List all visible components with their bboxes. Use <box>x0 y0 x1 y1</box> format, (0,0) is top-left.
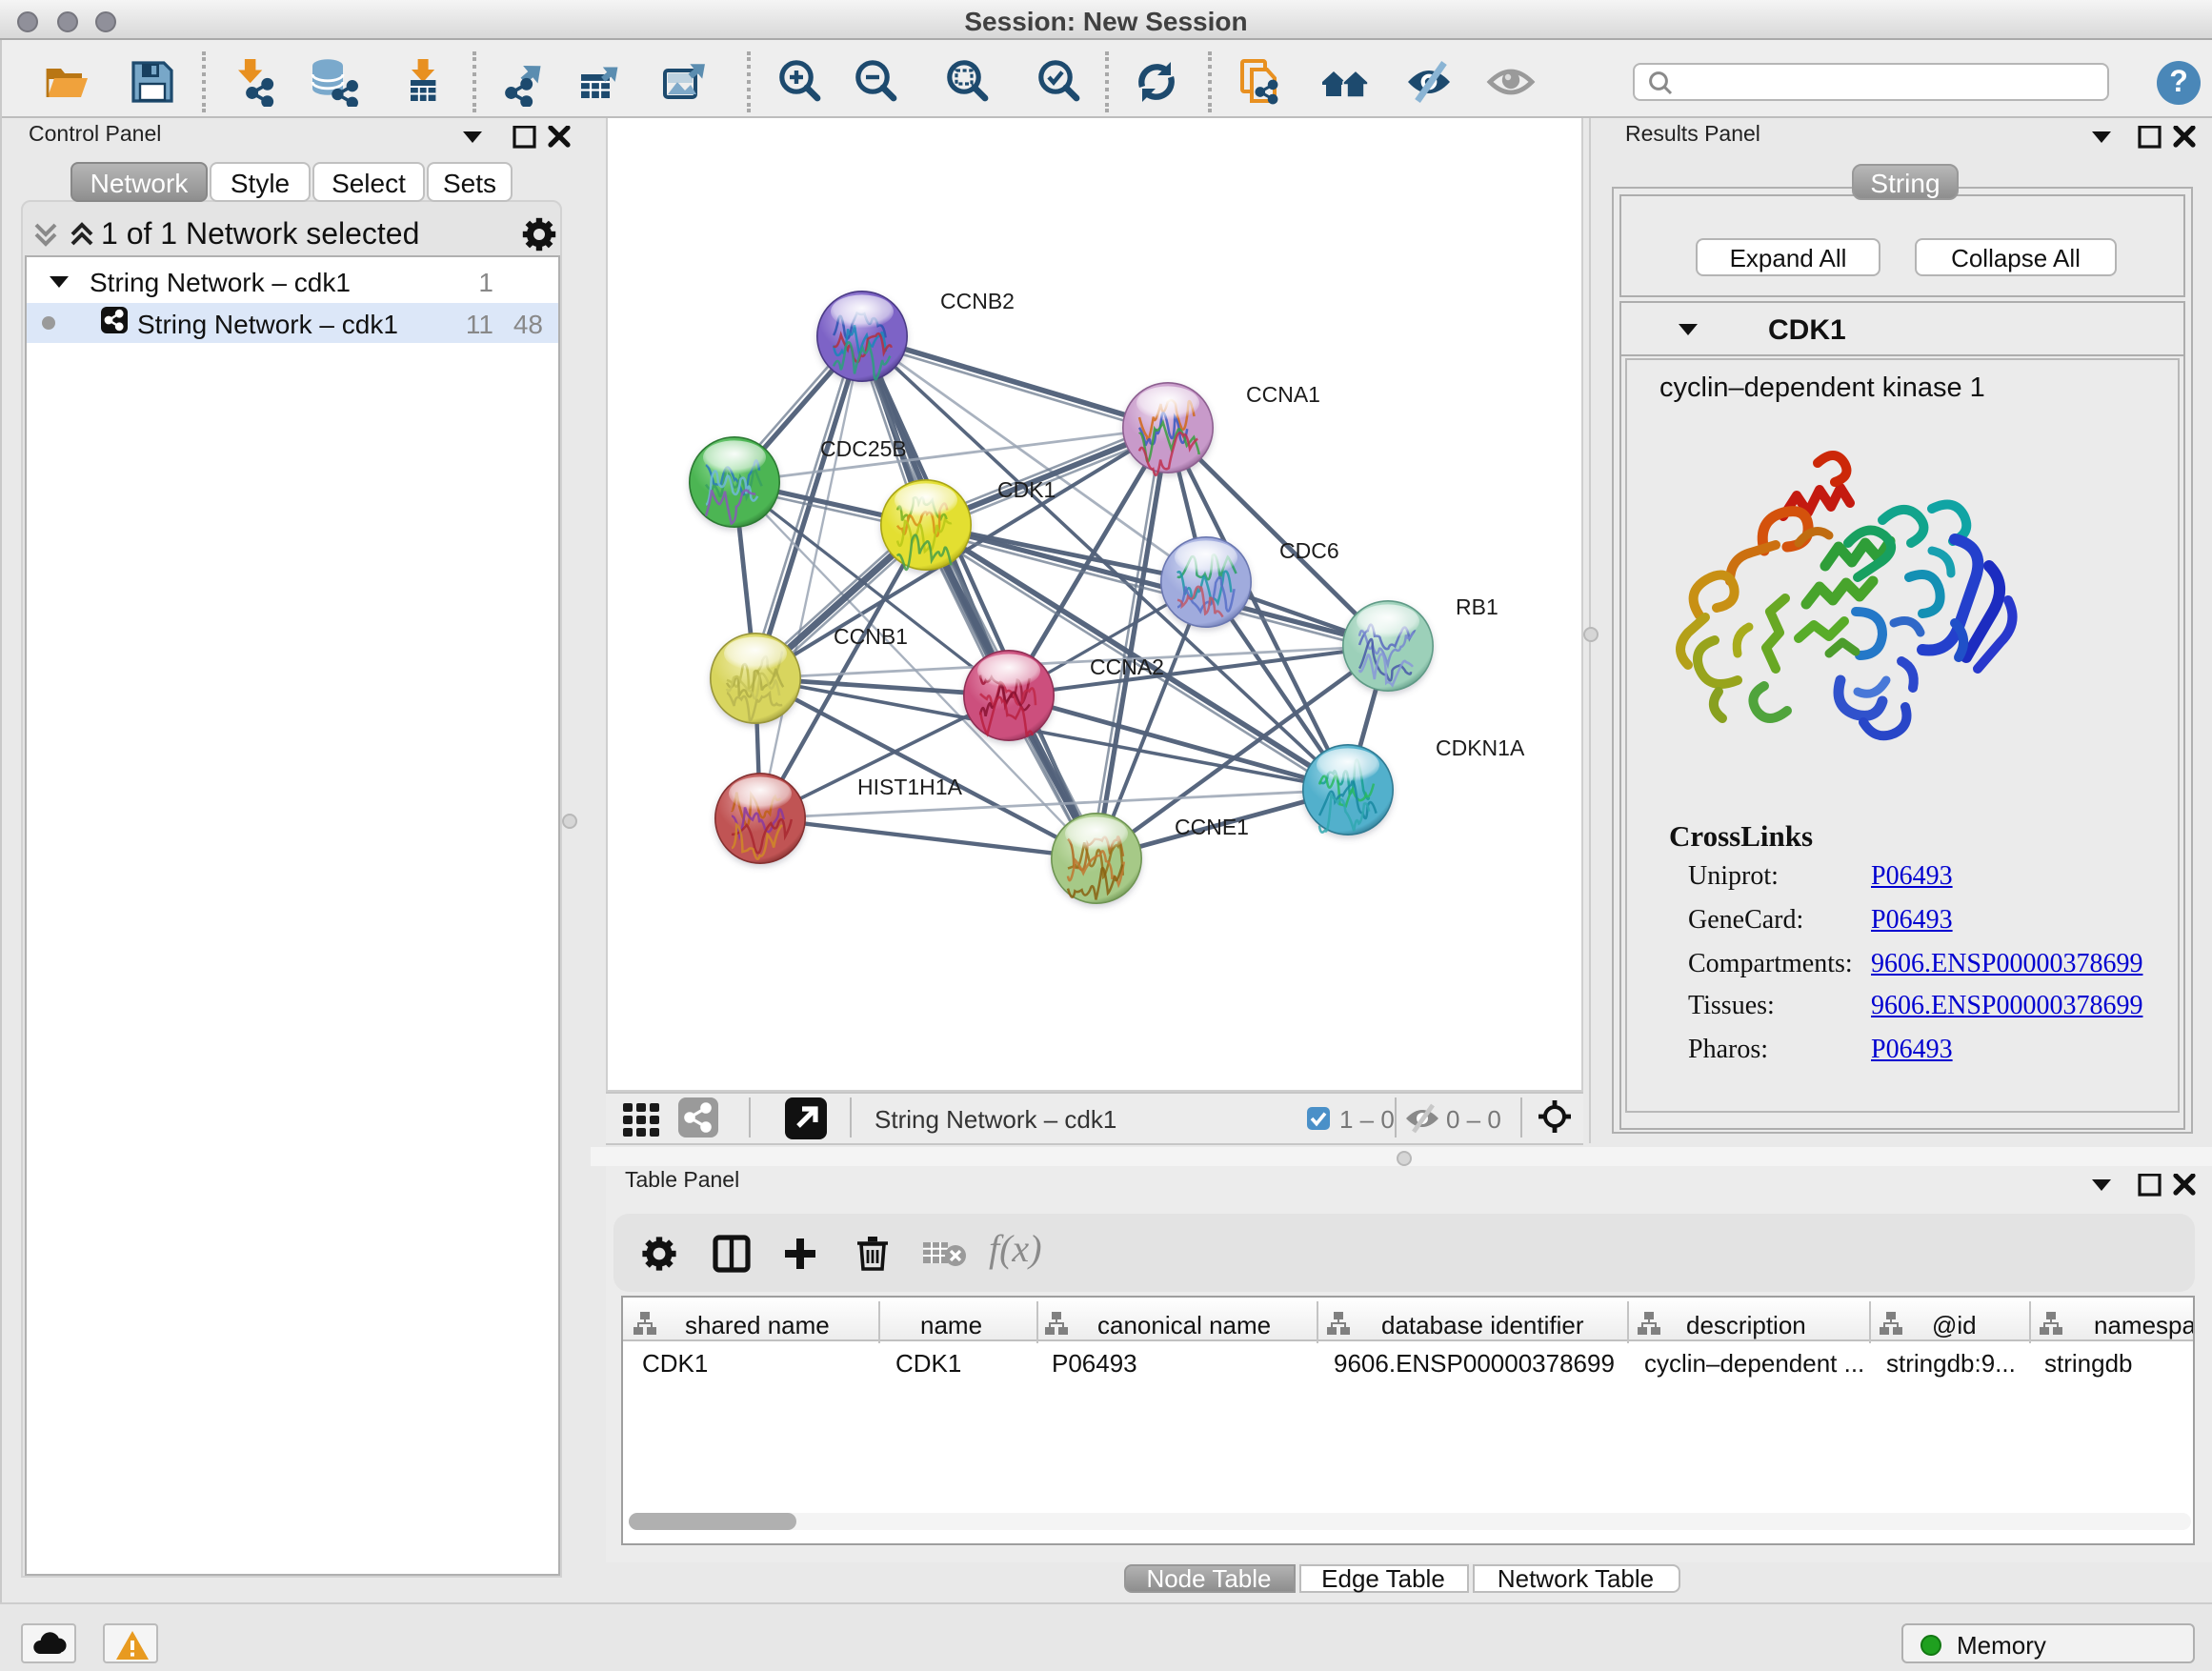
svg-text:CDC25B: CDC25B <box>820 436 907 461</box>
svg-text:CCNA2: CCNA2 <box>1090 654 1164 679</box>
svg-text:CCNB1: CCNB1 <box>834 624 908 649</box>
svg-text:RB1: RB1 <box>1456 594 1498 619</box>
svg-text:CCNE1: CCNE1 <box>1175 815 1249 839</box>
svg-text:CDC6: CDC6 <box>1279 538 1339 563</box>
svg-text:CCNA1: CCNA1 <box>1246 382 1320 407</box>
svg-text:CDKN1A: CDKN1A <box>1436 735 1525 760</box>
svg-text:HIST1H1A: HIST1H1A <box>857 775 963 799</box>
svg-text:CDK1: CDK1 <box>997 477 1056 502</box>
svg-text:CCNB2: CCNB2 <box>940 289 1015 313</box>
